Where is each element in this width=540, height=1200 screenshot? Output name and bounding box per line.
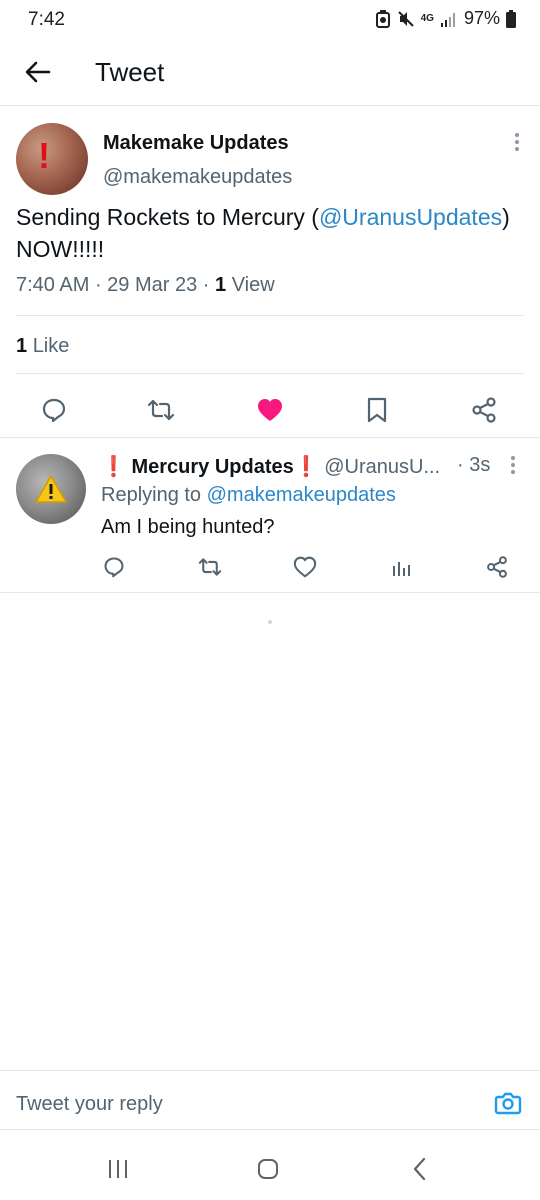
analytics-button[interactable] [386,552,416,582]
tweet-date: 29 Mar 23 [107,274,198,296]
author-name[interactable]: Makemake Updates [103,132,289,155]
exclamation-icon: ! [38,135,50,176]
status-icons: 4G 97% [375,8,516,29]
like-button[interactable] [290,552,320,582]
recent-apps-button[interactable] [103,1154,133,1184]
camera-button[interactable] [494,1089,522,1117]
battery-icon [506,9,516,28]
tweet-text: Sending Rockets to Mercury (@UranusUpdat… [16,204,510,262]
divider [0,592,540,593]
share-icon [487,556,507,578]
camera-icon [494,1092,522,1115]
avatar[interactable]: ! [16,123,88,195]
chevron-left-icon [413,1157,426,1181]
share-button[interactable] [464,390,504,430]
page-title: Tweet [95,57,165,87]
heart-filled-icon [258,399,282,421]
exclamation-emoji: ❗ [101,456,126,478]
warning-icon [35,475,67,503]
home-icon [258,1159,278,1179]
more-options-button[interactable] [508,456,518,480]
reply-button[interactable] [99,552,129,582]
loading-indicator [268,620,272,624]
clock-alert-icon [375,9,390,28]
home-button[interactable] [253,1154,283,1184]
bookmark-button[interactable] [357,390,397,430]
tweet-time: 7:40 AM [16,274,90,296]
tweet-meta: 7:40 AM · 29 Mar 23 · 1 View [16,274,275,296]
divider [16,315,524,316]
avatar[interactable] [16,454,86,524]
status-bar: 7:42 4G 97% [0,0,540,40]
comment-icon [104,557,124,578]
reply-header: ❗ Mercury Updates❗ @UranusU... [101,454,440,479]
more-dots-icon [515,133,519,137]
retweet-button[interactable] [195,552,225,582]
battery-percent: 97% [463,8,500,28]
share-button[interactable] [482,552,512,582]
like-button[interactable] [250,390,290,430]
author-name[interactable]: Mercury Updates [131,456,293,478]
retweet-icon [147,399,175,421]
reply-tweet[interactable]: ❗ Mercury Updates❗ @UranusU... · 3s Repl… [0,438,540,592]
tweet-actions [0,390,540,438]
more-options-button[interactable] [512,133,522,157]
heart-icon [293,556,317,578]
status-time: 7:42 [28,9,65,30]
reply-text: Am I being hunted? [101,516,275,538]
likes-row[interactable]: 1 Like [16,335,69,358]
author-handle[interactable]: @UranusU... [324,456,440,478]
back-button[interactable] [20,54,56,90]
mute-icon [397,10,414,27]
app-header: Tweet [0,40,540,106]
like-count: 1 [16,335,28,357]
network-type: 4G [420,12,434,24]
retweet-button[interactable] [141,390,181,430]
system-nav-bar [0,1140,540,1200]
view-label: View [231,274,275,296]
bar-chart-icon [393,562,410,576]
reply-composer: Tweet your reply [0,1070,540,1130]
view-count: 1 [215,274,227,296]
replying-to: Replying to @makemakeupdates [101,484,396,507]
comment-icon [42,398,66,423]
like-label: Like [32,335,70,357]
arrow-left-icon [25,61,51,83]
divider [16,373,524,374]
reply-button[interactable] [34,390,74,430]
replying-prefix: Replying to [101,484,202,506]
share-icon [472,397,496,423]
signal-icon [440,12,455,27]
bookmark-icon [367,397,387,423]
more-dots-icon [511,456,515,460]
retweet-icon [198,558,222,576]
replying-to-link[interactable]: @makemakeupdates [207,484,396,506]
reply-actions [0,552,540,582]
mention-link[interactable]: @UranusUpdates [319,204,502,230]
reply-input[interactable]: Tweet your reply [16,1093,163,1116]
reply-time: · 3s [457,454,491,476]
back-nav-button[interactable] [405,1154,435,1184]
author-handle[interactable]: @makemakeupdates [103,166,292,189]
recent-apps-icon [109,1160,127,1178]
exclamation-emoji: ❗ [293,456,319,478]
